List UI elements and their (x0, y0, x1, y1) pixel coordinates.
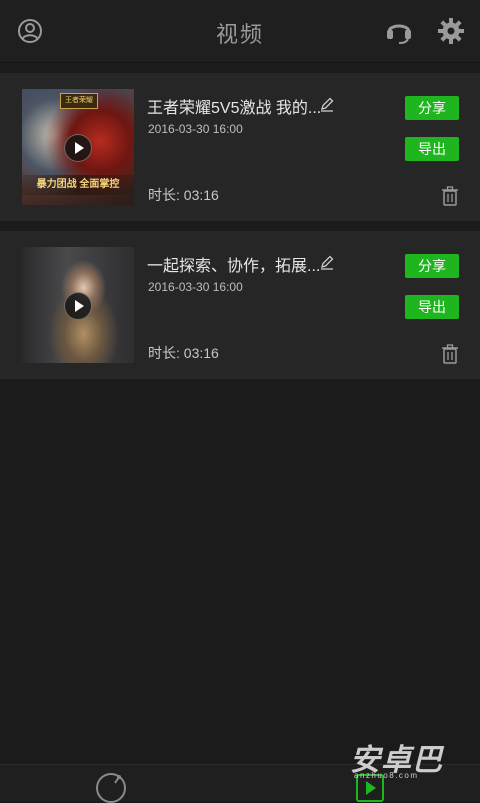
video-date: 2016-03-30 16:00 (148, 122, 243, 136)
share-button[interactable]: 分享 (405, 254, 459, 278)
video-list: 王者荣耀 暴力团战 全面掌控 王者荣耀5V5激战 我的... 2016-03-3… (0, 73, 480, 389)
video-card[interactable]: 王者荣耀 暴力团战 全面掌控 王者荣耀5V5激战 我的... 2016-03-3… (0, 73, 480, 221)
video-title: 王者荣耀5V5激战 我的... (147, 100, 322, 117)
export-button[interactable]: 导出 (405, 295, 459, 319)
play-icon[interactable] (64, 134, 92, 162)
video-duration: 时长: 03:16 (148, 345, 219, 361)
top-bar: 视频 (0, 0, 480, 63)
watermark-url: anzhuo8.com (354, 771, 419, 780)
export-button[interactable]: 导出 (405, 137, 459, 161)
edit-icon[interactable] (319, 254, 335, 270)
record-tab-icon[interactable] (95, 771, 127, 803)
gear-icon[interactable] (436, 16, 466, 46)
video-duration: 时长: 03:16 (148, 187, 219, 203)
video-date: 2016-03-30 16:00 (148, 280, 243, 294)
play-icon[interactable] (64, 292, 92, 320)
edit-icon[interactable] (319, 96, 335, 112)
watermark-logo: 安卓巴 anzhuo8.com (350, 735, 470, 783)
video-thumbnail[interactable] (22, 247, 134, 363)
thumbnail-logo: 王者荣耀 (60, 93, 98, 109)
video-card[interactable]: 一起探索、协作，拓展... 2016-03-30 16:00 时长: 03:16… (0, 231, 480, 379)
trash-icon[interactable] (441, 186, 459, 206)
video-thumbnail[interactable]: 王者荣耀 暴力团战 全面掌控 (22, 89, 134, 205)
video-title: 一起探索、协作，拓展... (147, 258, 321, 275)
thumbnail-caption: 暴力团战 全面掌控 (22, 175, 134, 195)
headset-icon[interactable] (384, 16, 414, 46)
share-button[interactable]: 分享 (405, 96, 459, 120)
trash-icon[interactable] (441, 344, 459, 364)
